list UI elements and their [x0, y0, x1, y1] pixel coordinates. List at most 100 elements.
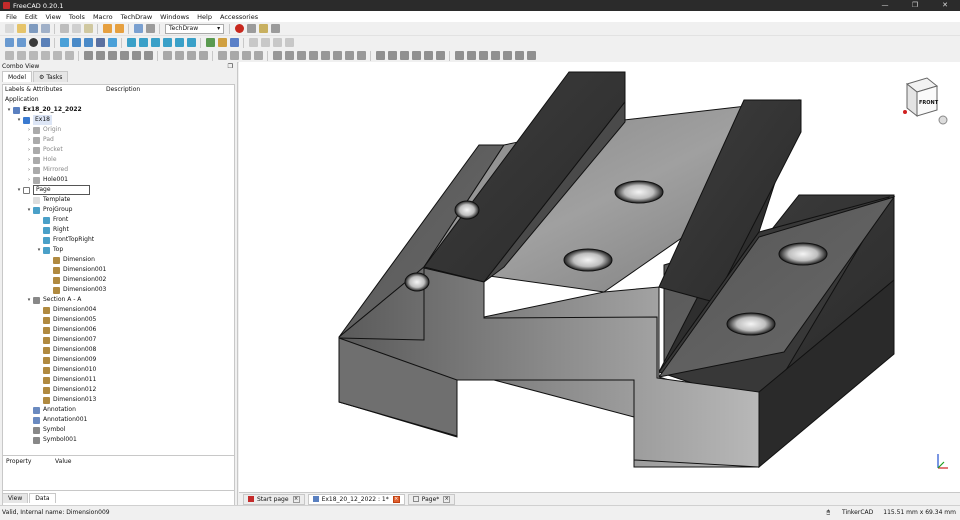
refresh-icon[interactable]	[133, 24, 143, 33]
tree-item[interactable]: ▾ Ex18	[15, 115, 52, 125]
maximize-button[interactable]: ❐	[900, 0, 930, 11]
cosmetic-vertex-icon[interactable]	[284, 51, 294, 60]
folder-icon[interactable]	[217, 38, 227, 47]
radius-dimension-icon[interactable]	[119, 51, 129, 60]
tree-item[interactable]: Dimension013	[35, 395, 96, 405]
expand-arrow-icon[interactable]: ▾	[35, 245, 43, 255]
tree-item[interactable]: Symbol001	[25, 435, 77, 445]
forward-arrow-icon[interactable]	[83, 38, 93, 47]
tree-item[interactable]: Dimension005	[35, 315, 96, 325]
macros-icon[interactable]	[258, 24, 268, 33]
measure-icon[interactable]	[205, 38, 215, 47]
leader-line-icon[interactable]	[186, 51, 196, 60]
close-tab-icon[interactable]: ×	[292, 495, 300, 503]
surface-finish-icon[interactable]	[375, 51, 385, 60]
view-front-icon[interactable]	[126, 38, 136, 47]
chamfer-dimension-icon[interactable]	[435, 51, 445, 60]
zoom-icon[interactable]	[107, 38, 117, 47]
tree-item[interactable]: › Hole	[25, 155, 57, 165]
tree-item[interactable]: Dimension003	[45, 285, 106, 295]
description-column-header[interactable]: Description	[106, 85, 140, 94]
navigation-cube[interactable]: FRONT	[891, 74, 951, 134]
menu-techdraw[interactable]: TechDraw	[117, 13, 157, 21]
balloon-icon[interactable]	[162, 51, 172, 60]
midpoints-icon[interactable]	[296, 51, 306, 60]
workbench-selector[interactable]: TechDraw ▾	[165, 23, 225, 34]
undo-icon[interactable]	[102, 24, 112, 33]
expand-arrow-icon[interactable]: ▾	[15, 115, 23, 125]
horizontal-dimension-icon[interactable]	[95, 51, 105, 60]
weld-symbol-icon[interactable]	[356, 51, 366, 60]
macro-record-icon[interactable]	[234, 24, 244, 33]
fit-selection-icon[interactable]	[16, 38, 26, 47]
macro-stop-icon[interactable]	[246, 24, 256, 33]
tree-item[interactable]: Dimension001	[45, 265, 106, 275]
undock-icon[interactable]: ❐	[228, 62, 233, 71]
lock-unlock-icon[interactable]	[502, 51, 512, 60]
bounding-box-icon[interactable]	[40, 38, 50, 47]
cut-icon[interactable]	[59, 24, 69, 33]
tree-item[interactable]: Annotation001	[25, 415, 87, 425]
tree-item[interactable]: FrontTopRight	[35, 235, 94, 245]
tree-spacer[interactable]: ›	[25, 155, 33, 165]
draw-style-icon[interactable]	[28, 38, 38, 47]
whats-this-icon[interactable]	[145, 24, 155, 33]
chain-dimension-icon[interactable]	[411, 51, 421, 60]
symbol-tool-icon[interactable]	[241, 51, 251, 60]
tree-item[interactable]: › Pad	[25, 135, 54, 145]
tree-item[interactable]: Dimension010	[35, 365, 96, 375]
tree-item[interactable]: Dimension	[45, 255, 95, 265]
active-view-icon[interactable]	[16, 51, 26, 60]
tab-3d-document[interactable]: Ex18_20_12_2022 : 1* ×	[307, 493, 405, 505]
expand-arrow-icon[interactable]: ▾	[25, 295, 33, 305]
value-column-header[interactable]: Value	[55, 458, 71, 465]
tree-item[interactable]: Dimension006	[35, 325, 96, 335]
tree-item[interactable]: Template	[25, 195, 70, 205]
tree-item[interactable]: Dimension011	[35, 375, 96, 385]
tree-item[interactable]: Dimension007	[35, 335, 96, 345]
vertical-dimension-icon[interactable]	[107, 51, 117, 60]
projection-group-icon[interactable]	[28, 51, 38, 60]
tree-item[interactable]: Front	[35, 215, 68, 225]
3d-viewport[interactable]: FRONT	[239, 62, 960, 492]
section-view-icon[interactable]	[40, 51, 50, 60]
area-icon[interactable]	[466, 51, 476, 60]
view-bottom-icon[interactable]	[174, 38, 184, 47]
menu-macro[interactable]: Macro	[89, 13, 117, 21]
axonometric-icon[interactable]	[399, 51, 409, 60]
coord-dimension-icon[interactable]	[423, 51, 433, 60]
diameter-dimension-icon[interactable]	[131, 51, 141, 60]
tree-item[interactable]: Annotation	[25, 405, 76, 415]
tree-item[interactable]: ▾ Page	[15, 185, 90, 195]
menu-file[interactable]: File	[2, 13, 21, 21]
copy-icon[interactable]	[71, 24, 81, 33]
select-line-attributes-icon[interactable]	[526, 51, 536, 60]
back-arrow-icon[interactable]	[71, 38, 81, 47]
tree-item[interactable]: › Hole001	[25, 175, 68, 185]
menu-windows[interactable]: Windows	[156, 13, 193, 21]
menu-view[interactable]: View	[41, 13, 64, 21]
tree-item[interactable]: Symbol	[25, 425, 65, 435]
extend-line-icon[interactable]	[478, 51, 488, 60]
insert-view-icon[interactable]	[4, 51, 14, 60]
centerline-icon[interactable]	[272, 51, 282, 60]
tree-item[interactable]: Dimension009	[35, 355, 96, 365]
link-icon[interactable]	[229, 38, 239, 47]
tree-item[interactable]: Dimension012	[35, 385, 96, 395]
view-right-icon[interactable]	[150, 38, 160, 47]
close-button[interactable]: ✕	[930, 0, 960, 11]
tab-page[interactable]: Page* ×	[407, 493, 456, 505]
image-icon[interactable]	[253, 51, 263, 60]
view-left-icon[interactable]	[186, 38, 196, 47]
property-column-header[interactable]: Property	[6, 458, 31, 465]
new-file-icon[interactable]	[4, 24, 14, 33]
expand-arrow-icon[interactable]: ▾	[25, 205, 33, 215]
menu-accessories[interactable]: Accessories	[216, 13, 262, 21]
tab-start-page[interactable]: Start page ×	[243, 493, 305, 505]
print-all-icon[interactable]	[284, 38, 294, 47]
tree-spacer[interactable]: ›	[25, 175, 33, 185]
minimize-button[interactable]: —	[870, 0, 900, 11]
print-icon[interactable]	[40, 24, 50, 33]
angle-dimension-icon[interactable]	[143, 51, 153, 60]
shorten-line-icon[interactable]	[490, 51, 500, 60]
